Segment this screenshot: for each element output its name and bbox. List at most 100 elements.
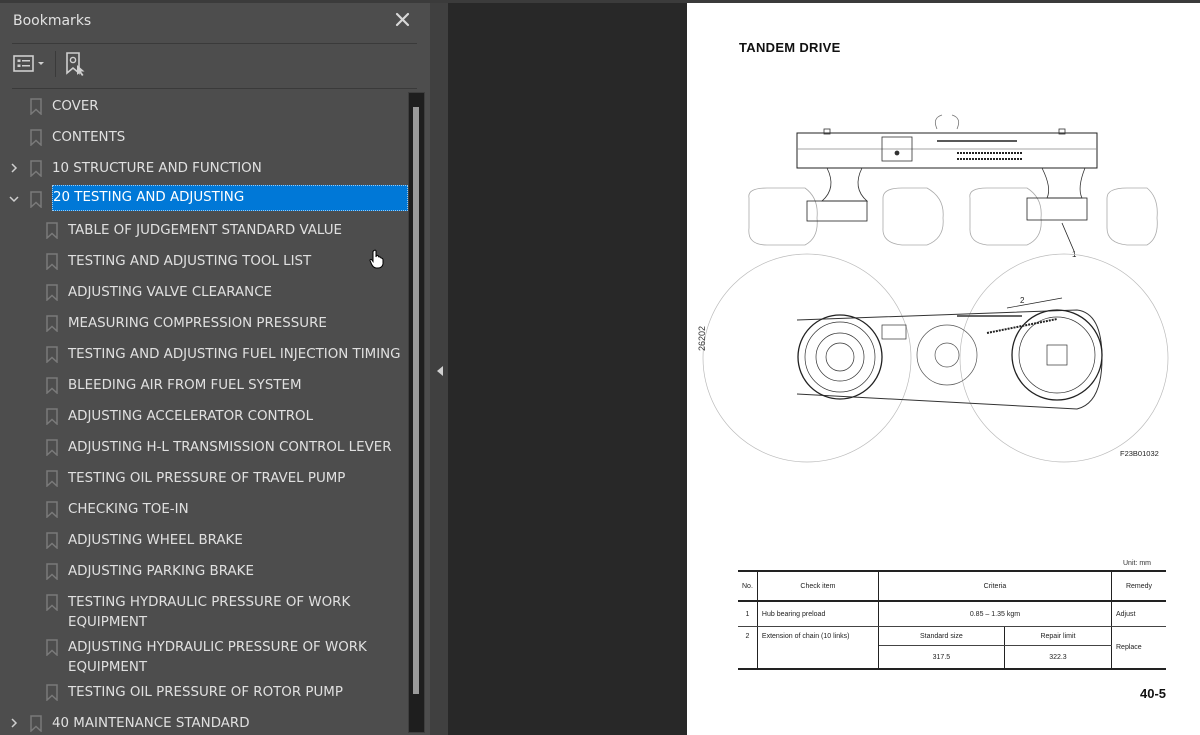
bookmark-icon bbox=[30, 715, 42, 732]
bookmark-label: CONTENTS bbox=[52, 130, 126, 145]
bookmark-label: COVER bbox=[52, 99, 99, 114]
toolbar-divider bbox=[55, 51, 56, 77]
bookmark-label: 40 MAINTENANCE STANDARD bbox=[52, 716, 250, 731]
bookmark-label: TESTING AND ADJUSTING FUEL INJECTION TIM… bbox=[68, 347, 401, 362]
document-page: TANDEM DRIVE 1 2 26202 F23B01032 Unit: m… bbox=[687, 3, 1200, 735]
bookmark-icon bbox=[46, 253, 58, 271]
header-check-item: Check item bbox=[756, 570, 879, 602]
cell-no: 2 bbox=[738, 626, 758, 670]
header-remedy: Remedy bbox=[1111, 570, 1166, 602]
cell-criteria: 0.85 – 1.35 kgm bbox=[877, 601, 1113, 627]
bookmark-item[interactable]: TESTING OIL PRESSURE OF ROTOR PUMP bbox=[0, 678, 408, 709]
chevron-right-icon[interactable] bbox=[8, 717, 20, 729]
bookmark-item[interactable]: MEASURING COMPRESSION PRESSURE bbox=[0, 309, 408, 340]
bookmark-item[interactable]: ADJUSTING PARKING BRAKE bbox=[0, 557, 408, 588]
bookmark-item[interactable]: COVER bbox=[0, 92, 408, 123]
bookmark-label: TESTING OIL PRESSURE OF ROTOR PUMP bbox=[68, 685, 343, 700]
bookmark-icon bbox=[46, 470, 58, 488]
bookmark-icon bbox=[46, 222, 58, 240]
bookmark-icon bbox=[46, 501, 58, 519]
bookmark-icon bbox=[46, 284, 58, 302]
bookmark-label: TESTING OIL PRESSURE OF TRAVEL PUMP bbox=[68, 471, 346, 486]
side-view-drawing bbox=[748, 114, 1158, 252]
bookmark-label: 20 TESTING AND ADJUSTING bbox=[52, 185, 408, 211]
bookmark-options-icon[interactable] bbox=[12, 53, 48, 75]
bookmark-label: CHECKING TOE-IN bbox=[68, 502, 189, 517]
bookmark-icon bbox=[46, 408, 58, 426]
bookmark-icon bbox=[30, 129, 42, 147]
bookmark-item[interactable]: TESTING HYDRAULIC PRESSURE OF WORK EQUIPM… bbox=[0, 588, 408, 633]
bookmark-label: ADJUSTING PARKING BRAKE bbox=[68, 564, 254, 579]
bookmark-icon bbox=[46, 315, 58, 333]
bookmark-item[interactable]: TESTING AND ADJUSTING FUEL INJECTION TIM… bbox=[0, 340, 408, 371]
bookmark-icon bbox=[46, 439, 58, 457]
chevron-down-icon[interactable] bbox=[8, 193, 20, 205]
tandem-drive-figure: 1 2 bbox=[702, 114, 1169, 463]
close-icon[interactable] bbox=[392, 9, 414, 31]
side-code: 26202 bbox=[697, 325, 707, 351]
bookmark-item[interactable]: 40 MAINTENANCE STANDARD bbox=[0, 709, 408, 732]
bookmark-item[interactable]: 20 TESTING AND ADJUSTING bbox=[0, 185, 408, 216]
cell-remedy: Adjust bbox=[1111, 601, 1166, 627]
bookmark-item[interactable]: ADJUSTING HYDRAULIC PRESSURE OF WORK EQUI… bbox=[0, 633, 408, 678]
bookmark-item[interactable]: ADJUSTING VALVE CLEARANCE bbox=[0, 278, 408, 309]
table-row: 1 Hub bearing preload 0.85 – 1.35 kgm Ad… bbox=[738, 601, 1166, 627]
bookmark-icon bbox=[30, 160, 42, 178]
bookmark-label: TABLE OF JUDGEMENT STANDARD VALUE bbox=[68, 223, 342, 238]
bookmark-item[interactable]: CHECKING TOE-IN bbox=[0, 495, 408, 526]
spec-table: No. Check item Criteria Remedy 1 Hub bea… bbox=[738, 570, 1166, 670]
page-number: 40-5 bbox=[1140, 686, 1167, 701]
cell-standard-size: 317.5 bbox=[877, 645, 1005, 670]
cell-check-item: Hub bearing preload bbox=[756, 601, 879, 627]
bookmark-icon bbox=[46, 377, 58, 395]
bookmark-icon bbox=[46, 532, 58, 550]
bookmark-icon bbox=[46, 563, 58, 581]
top-view-drawing bbox=[702, 253, 1169, 463]
find-current-bookmark-icon[interactable] bbox=[64, 51, 88, 77]
bookmark-label: ADJUSTING HYDRAULIC PRESSURE OF WORK EQUI… bbox=[68, 640, 367, 675]
bookmark-icon bbox=[46, 594, 58, 612]
bookmark-label: ADJUSTING ACCELERATOR CONTROL bbox=[68, 409, 314, 424]
cell-criteria-subheader: Standard size bbox=[877, 626, 1005, 646]
bookmark-item[interactable]: 10 STRUCTURE AND FUNCTION bbox=[0, 154, 408, 185]
chevron-right-icon[interactable] bbox=[8, 162, 20, 174]
bookmark-icon bbox=[46, 639, 58, 657]
bookmark-label: ADJUSTING H-L TRANSMISSION CONTROL LEVER bbox=[68, 440, 392, 455]
scrollbar-thumb[interactable] bbox=[413, 107, 419, 694]
bookmark-item[interactable]: ADJUSTING H-L TRANSMISSION CONTROL LEVER bbox=[0, 433, 408, 464]
bookmark-item[interactable]: ADJUSTING ACCELERATOR CONTROL bbox=[0, 402, 408, 433]
bookmark-label: ADJUSTING VALVE CLEARANCE bbox=[68, 285, 273, 300]
bookmark-icon bbox=[46, 684, 58, 702]
bookmark-icon bbox=[30, 98, 42, 116]
table-header-row: No. Check item Criteria Remedy bbox=[738, 570, 1166, 602]
header-criteria: Criteria bbox=[877, 570, 1113, 602]
cell-no: 1 bbox=[738, 601, 758, 627]
bookmark-label: TESTING AND ADJUSTING TOOL LIST bbox=[68, 254, 312, 269]
bookmark-item[interactable]: ADJUSTING WHEEL BRAKE bbox=[0, 526, 408, 557]
cell-remedy: Replace bbox=[1111, 626, 1166, 670]
header-no: No. bbox=[738, 570, 758, 602]
cell-criteria-subheader: Repair limit bbox=[1003, 626, 1113, 646]
bookmarks-header: Bookmarks bbox=[0, 3, 430, 43]
bookmark-item[interactable]: BLEEDING AIR FROM FUEL SYSTEM bbox=[0, 371, 408, 402]
bookmark-label: TESTING HYDRAULIC PRESSURE OF WORK EQUIPM… bbox=[68, 595, 351, 630]
bookmarks-toolbar bbox=[0, 44, 430, 88]
bookmark-label: BLEEDING AIR FROM FUEL SYSTEM bbox=[68, 378, 302, 393]
bookmark-item[interactable]: TESTING AND ADJUSTING TOOL LIST bbox=[0, 247, 408, 278]
cell-check-item: Extension of chain (10 links) bbox=[756, 626, 879, 670]
bookmark-item[interactable]: CONTENTS bbox=[0, 123, 408, 154]
bookmark-item[interactable]: TABLE OF JUDGEMENT STANDARD VALUE bbox=[0, 216, 408, 247]
table-unit: Unit: mm bbox=[1123, 560, 1151, 567]
bookmark-icon bbox=[46, 346, 58, 364]
panel-title: Bookmarks bbox=[13, 13, 92, 29]
bookmark-label: 10 STRUCTURE AND FUNCTION bbox=[52, 161, 262, 176]
bookmark-item[interactable]: TESTING OIL PRESSURE OF TRAVEL PUMP bbox=[0, 464, 408, 495]
table-row: 2 Extension of chain (10 links) Standard… bbox=[738, 626, 1166, 670]
bookmark-icon bbox=[30, 191, 42, 209]
cell-repair-limit: 322.3 bbox=[1003, 645, 1113, 670]
collapse-panel-icon[interactable] bbox=[435, 362, 445, 376]
figure-code: F23B01032 bbox=[1120, 449, 1159, 458]
bookmark-label: ADJUSTING WHEEL BRAKE bbox=[68, 533, 243, 548]
bookmark-tree: COVER CONTENTS 10 STRUCTURE AND FUNCTION 20… bbox=[0, 87, 408, 732]
callout-2: 2 bbox=[1020, 296, 1025, 305]
